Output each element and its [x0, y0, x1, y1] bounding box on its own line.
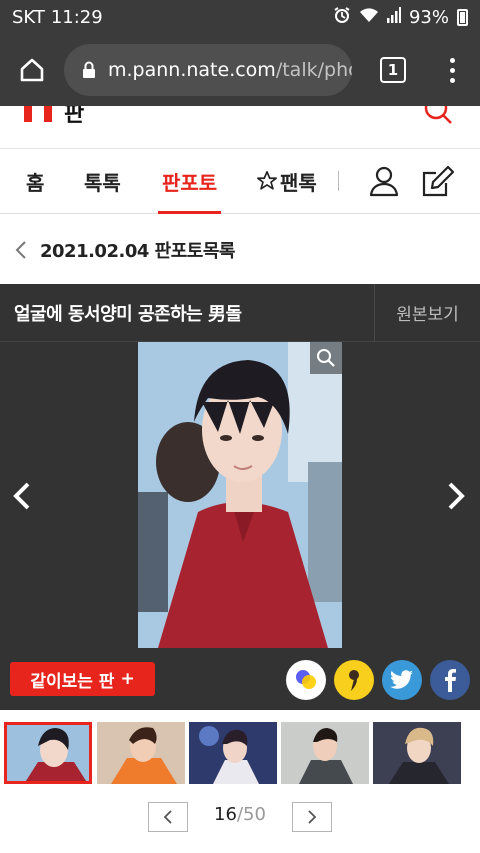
tab-count: 1: [380, 57, 406, 83]
facebook-icon: [445, 668, 456, 692]
thumbnail-1[interactable]: [4, 722, 92, 784]
next-page-button[interactable]: [292, 802, 332, 832]
together-pann-button[interactable]: 같이보는 판 +: [10, 662, 155, 696]
star-icon: [257, 171, 277, 190]
breadcrumb[interactable]: 2021.02.04 판포토목록: [0, 228, 480, 272]
nav-divider: [338, 171, 339, 191]
total-pages: 50: [243, 804, 266, 825]
battery-icon: [457, 8, 468, 26]
nav-panphoto[interactable]: 판포토: [157, 148, 222, 214]
search-icon[interactable]: [422, 106, 454, 130]
carrier-label: SKT: [12, 6, 45, 28]
logo-mark: [24, 106, 32, 122]
prev-page-button[interactable]: [148, 802, 188, 832]
nav-toktok[interactable]: 톡톡: [84, 148, 121, 214]
more-dot: [449, 67, 455, 73]
together-pann-label: 같이보는 판: [30, 671, 115, 692]
lock-icon: [82, 61, 96, 79]
breadcrumb-label: 2021.02.04 판포토목록: [40, 241, 235, 262]
home-button[interactable]: [0, 34, 64, 106]
photo-viewer: [0, 342, 480, 654]
signal-icon: [386, 6, 401, 28]
main-nav: 홈 톡톡 판포토 팬톡: [0, 148, 480, 214]
share-band-button[interactable]: [286, 660, 326, 700]
nav-fantalk-label: 팬톡: [280, 170, 317, 195]
thumbnail-strip: [0, 710, 480, 798]
write-icon[interactable]: [420, 163, 456, 203]
address-bar[interactable]: m.pann.nate.com/talk/pho: [64, 44, 352, 96]
kakaostory-icon: [349, 670, 359, 691]
more-menu-button[interactable]: [428, 57, 476, 83]
chevron-right-icon: [308, 810, 317, 824]
logo-text: 판: [64, 106, 85, 127]
url-host: m.pann.nate.com: [108, 59, 276, 81]
wifi-icon: [359, 7, 379, 28]
battery-percent: 93%: [408, 6, 449, 28]
site-logo[interactable]: 판: [24, 106, 84, 128]
photo-title: 얼굴에 동서양미 공존하는 男돌: [14, 303, 242, 325]
nav-home[interactable]: 홈: [26, 148, 44, 214]
band-icon: [296, 670, 316, 689]
tab-switcher-button[interactable]: 1: [358, 57, 428, 83]
chevron-left-icon: [163, 810, 172, 824]
photo-title-bar: 얼굴에 동서양미 공존하는 男돌 원본보기: [0, 283, 480, 342]
view-original-button[interactable]: 원본보기: [374, 283, 480, 342]
chevron-left-icon: [14, 240, 28, 260]
share-kakaostory-button[interactable]: [334, 660, 374, 700]
prev-photo-button[interactable]: [10, 480, 34, 516]
thumbnail-2[interactable]: [97, 722, 185, 784]
magnifier-icon: [317, 349, 335, 367]
main-photo[interactable]: [138, 342, 342, 648]
home-icon: [20, 58, 44, 82]
share-facebook-button[interactable]: [430, 660, 470, 700]
zoom-button[interactable]: [310, 342, 342, 374]
thumbnail-4[interactable]: [281, 722, 369, 784]
thumbnail-3[interactable]: [189, 722, 277, 784]
current-page: 16: [214, 804, 237, 825]
page-counter: 16/50: [200, 804, 280, 825]
site-header: 판: [0, 106, 480, 148]
alarm-icon: [333, 6, 351, 29]
clock: 11:29: [50, 6, 103, 28]
browser-toolbar: m.pann.nate.com/talk/pho 1: [0, 34, 480, 106]
chevron-right-icon: [448, 482, 465, 510]
more-dot: [449, 77, 455, 83]
nav-fantalk[interactable]: 팬톡: [256, 148, 317, 214]
url-path: /talk/pho: [275, 59, 352, 81]
share-bar: 같이보는 판 +: [0, 654, 480, 710]
thumbnail-5[interactable]: [373, 722, 461, 784]
more-dot: [449, 57, 455, 63]
twitter-icon: [390, 670, 413, 689]
next-photo-button[interactable]: [444, 480, 468, 516]
user-icon[interactable]: [368, 165, 400, 201]
logo-mark: [44, 106, 52, 122]
plus-icon: +: [120, 669, 135, 689]
share-twitter-button[interactable]: [382, 660, 422, 700]
pagination: 16/50: [0, 798, 480, 838]
chevron-left-icon: [13, 482, 30, 510]
status-bar: SKT 11:29 93%: [0, 0, 480, 34]
